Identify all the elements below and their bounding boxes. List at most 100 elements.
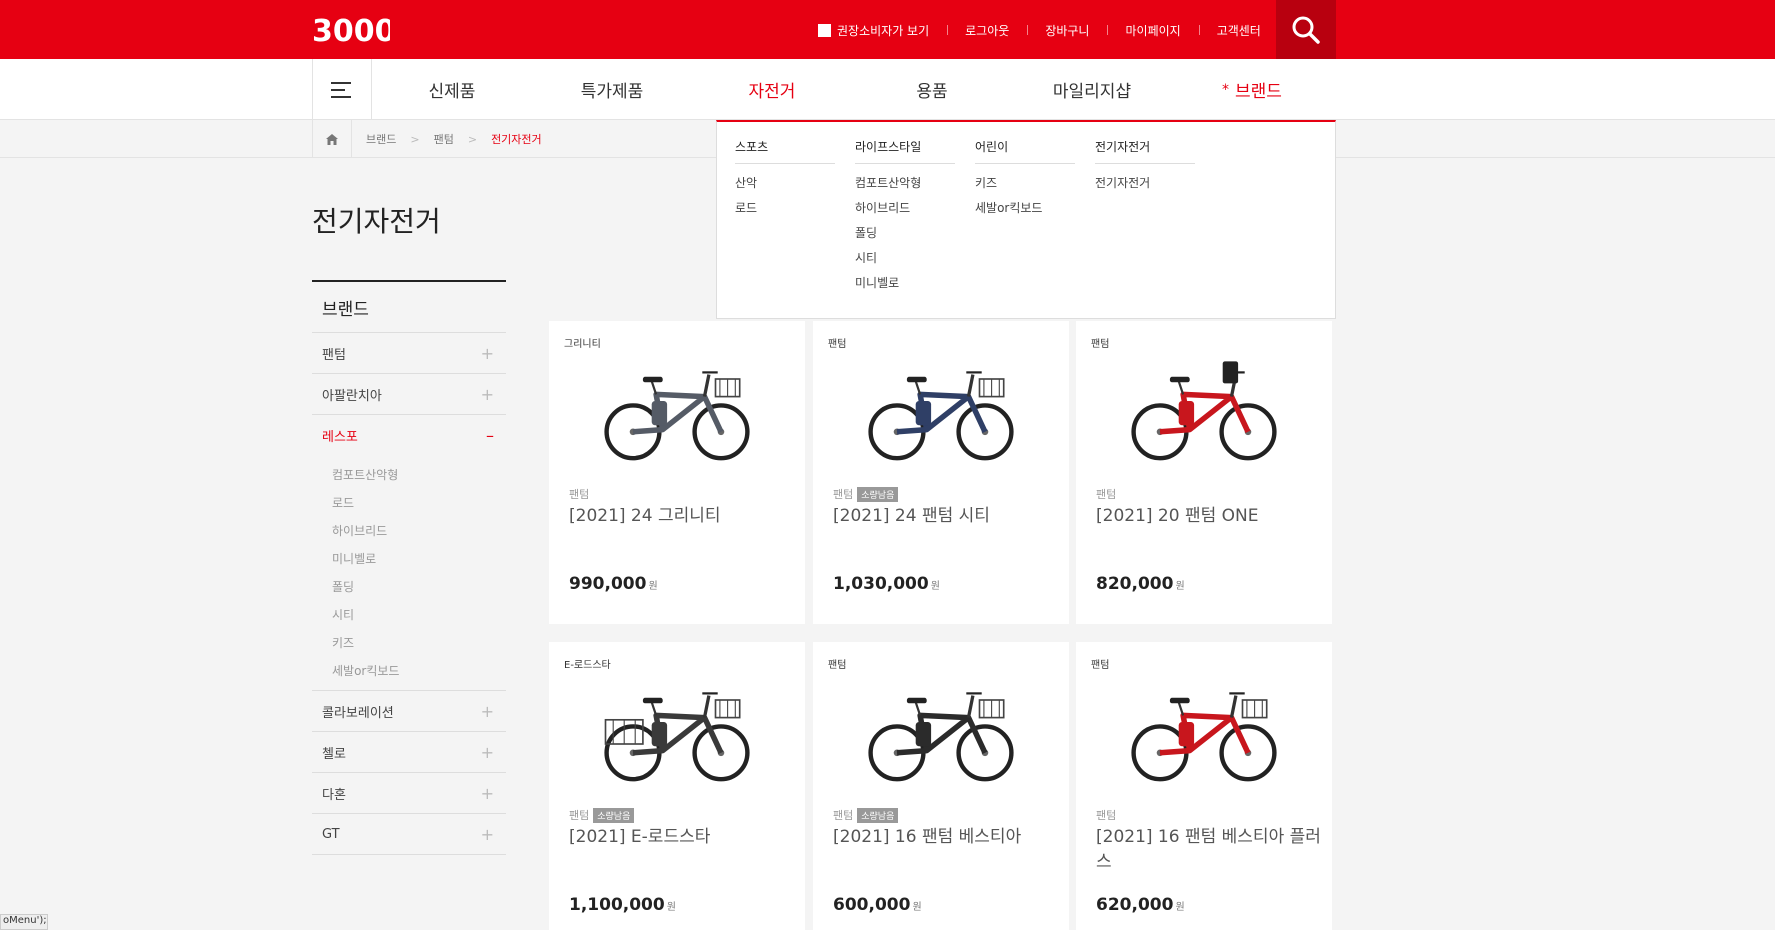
dropdown-column-heading[interactable]: 스포츠 <box>735 138 835 164</box>
sidebar-item-label: 아팔란치아 <box>322 388 382 404</box>
sidebar-item-lespo[interactable]: 레스포 – <box>312 415 506 456</box>
product-card[interactable]: 팬텀 팬텀 [2021] 20 팬텀 ONE 820,000 원 <box>1076 321 1332 624</box>
product-card[interactable]: 팬텀 팬텀 [2021] 16 팬텀 베스티아 플러스 620,000 원 <box>1076 642 1332 930</box>
debug-tab[interactable]: oMenu'); <box>0 914 48 930</box>
dropdown-item[interactable]: 키즈 <box>975 174 1075 199</box>
product-name[interactable]: [2021] E-로드스타 <box>569 825 794 850</box>
sidebar-item-appalanchia[interactable]: 아팔란치아 + <box>312 374 506 415</box>
nav-new-products[interactable]: 신제품 <box>372 59 532 120</box>
product-name[interactable]: [2021] 16 팬텀 베스티아 플러스 <box>1096 825 1321 875</box>
product-price: 620,000 원 <box>1096 895 1185 915</box>
nav-mileage-shop[interactable]: 마일리지샵 <box>1012 59 1172 120</box>
product-image[interactable] <box>851 678 1031 788</box>
dropdown-item[interactable]: 세발or킥보드 <box>975 199 1075 224</box>
sidebar-item-cello[interactable]: 첼로 + <box>312 732 506 773</box>
dropdown-item[interactable]: 시티 <box>855 249 955 274</box>
logout-link[interactable]: 로그아웃 <box>947 22 1027 39</box>
product-image[interactable] <box>851 357 1031 467</box>
dropdown-column-heading[interactable]: 어린이 <box>975 138 1075 164</box>
mypage-link[interactable]: 마이페이지 <box>1107 22 1198 39</box>
product-brand-row: 팬텀 <box>569 486 589 502</box>
dropdown-item[interactable]: 하이브리드 <box>855 199 955 224</box>
search-button[interactable] <box>1276 0 1336 59</box>
sidebar-sub-item[interactable]: 컴포트산악형 <box>332 460 506 488</box>
product-card[interactable]: 그리니티 팬텀 [2021] 24 그리니티 990,000 원 <box>549 321 805 624</box>
sidebar-item-label: 다혼 <box>322 787 346 803</box>
sidebar-heading: 브랜드 <box>312 282 506 333</box>
logo[interactable]: 3000 <box>312 14 396 49</box>
breadcrumb-current[interactable]: 전기자전거 <box>477 131 556 147</box>
sidebar-item-label: GT <box>322 826 340 842</box>
plus-icon: + <box>480 701 494 721</box>
breadcrumb-item[interactable]: 브랜드 <box>352 131 410 147</box>
product-name[interactable]: [2021] 24 팬텀 시티 <box>833 504 1058 529</box>
price-value: 1,030,000 <box>833 574 929 594</box>
product-card[interactable]: 팬텀 팬텀 소량남음 [2021] 16 팬텀 베스티아 600,000 원 <box>813 642 1069 930</box>
checkbox-icon[interactable] <box>818 24 831 37</box>
home-button[interactable] <box>312 120 352 158</box>
nav-label: 마일리지샵 <box>1052 82 1132 102</box>
price-unit: 원 <box>666 902 676 913</box>
sidebar-sub-list: 컴포트산악형 로드 하이브리드 미니벨로 폴딩 시티 키즈 세발or킥보드 <box>312 456 506 691</box>
price-unit: 원 <box>648 581 658 592</box>
sidebar-item-collaboration[interactable]: 콜라보레이션 + <box>312 691 506 732</box>
sidebar-sub-item[interactable]: 미니벨로 <box>332 544 506 572</box>
nav-label: 신제품 <box>428 82 476 102</box>
product-name[interactable]: [2021] 20 팬텀 ONE <box>1096 504 1321 529</box>
all-menu-button[interactable] <box>312 59 372 120</box>
product-name[interactable]: [2021] 24 그리니티 <box>569 504 794 529</box>
svg-text:3000: 3000 <box>312 14 390 46</box>
nav-accessories[interactable]: 용품 <box>852 59 1012 120</box>
product-category-tag: 팬텀 <box>1091 339 1110 350</box>
bicycle-icon <box>604 692 750 782</box>
product-brand: 팬텀 <box>569 809 590 822</box>
product-brand: 팬텀 <box>833 809 854 822</box>
sidebar-sub-item[interactable]: 시티 <box>332 600 506 628</box>
dropdown-item[interactable]: 폴딩 <box>855 224 955 249</box>
sidebar-sub-item[interactable]: 폴딩 <box>332 572 506 600</box>
product-card[interactable]: E-로드스타 팬텀 소량남음 [2021] E-로드스타 1,100,000 원 <box>549 642 805 930</box>
sidebar-item-gt[interactable]: GT + <box>312 814 506 855</box>
product-image[interactable] <box>587 357 767 467</box>
nav-special-products[interactable]: 특가제품 <box>532 59 692 120</box>
bicycle-icon <box>868 371 1014 461</box>
sidebar-sub-item[interactable]: 하이브리드 <box>332 516 506 544</box>
dropdown-column-heading[interactable]: 전기자전거 <box>1095 138 1195 164</box>
product-image[interactable] <box>1114 678 1294 788</box>
sidebar-sub-item[interactable]: 로드 <box>332 488 506 516</box>
price-value: 620,000 <box>1096 895 1174 915</box>
dropdown-item[interactable]: 컴포트산악형 <box>855 174 955 199</box>
customer-center-link[interactable]: 고객센터 <box>1198 22 1279 39</box>
dropdown-column-sports: 스포츠 산악 로드 <box>735 138 835 224</box>
nav-brand[interactable]: * 브랜드 <box>1172 59 1332 120</box>
sidebar-item-dahon[interactable]: 다혼 + <box>312 773 506 814</box>
product-price: 820,000 원 <box>1096 574 1185 594</box>
sidebar-sub-item[interactable]: 세발or킥보드 <box>332 656 506 684</box>
bicycle-icon <box>1131 692 1277 782</box>
dropdown-item[interactable]: 산악 <box>735 174 835 199</box>
bicycle-icon <box>1131 361 1277 461</box>
sidebar-item-phantom[interactable]: 팬텀 + <box>312 333 506 374</box>
product-card[interactable]: 팬텀 팬텀 소량남음 [2021] 24 팬텀 시티 1,030,000 원 <box>813 321 1069 624</box>
dropdown-item[interactable]: 미니벨로 <box>855 274 955 299</box>
nav-label: 특가제품 <box>580 82 644 102</box>
nav-bicycles[interactable]: 자전거 <box>692 59 852 120</box>
sidebar-item-label: 팬텀 <box>322 347 346 363</box>
breadcrumb-item[interactable]: 팬텀 <box>420 131 468 147</box>
dropdown-column-kids: 어린이 키즈 세발or킥보드 <box>975 138 1075 224</box>
dropdown-item[interactable]: 전기자전거 <box>1095 174 1195 199</box>
product-name[interactable]: [2021] 16 팬텀 베스티아 <box>833 825 1058 850</box>
price-value: 820,000 <box>1096 574 1174 594</box>
price-unit: 원 <box>1175 902 1185 913</box>
recommended-price-toggle[interactable]: 권장소비자가 보기 <box>800 22 947 39</box>
price-unit: 원 <box>1175 581 1185 592</box>
product-image[interactable] <box>587 678 767 788</box>
sidebar-sub-item[interactable]: 키즈 <box>332 628 506 656</box>
product-price: 990,000 원 <box>569 574 658 594</box>
product-brand: 팬텀 <box>833 488 854 501</box>
hamburger-icon <box>331 81 351 98</box>
cart-link[interactable]: 장바구니 <box>1027 22 1107 39</box>
product-image[interactable] <box>1114 357 1294 467</box>
dropdown-column-heading[interactable]: 라이프스타일 <box>855 138 955 164</box>
dropdown-item[interactable]: 로드 <box>735 199 835 224</box>
